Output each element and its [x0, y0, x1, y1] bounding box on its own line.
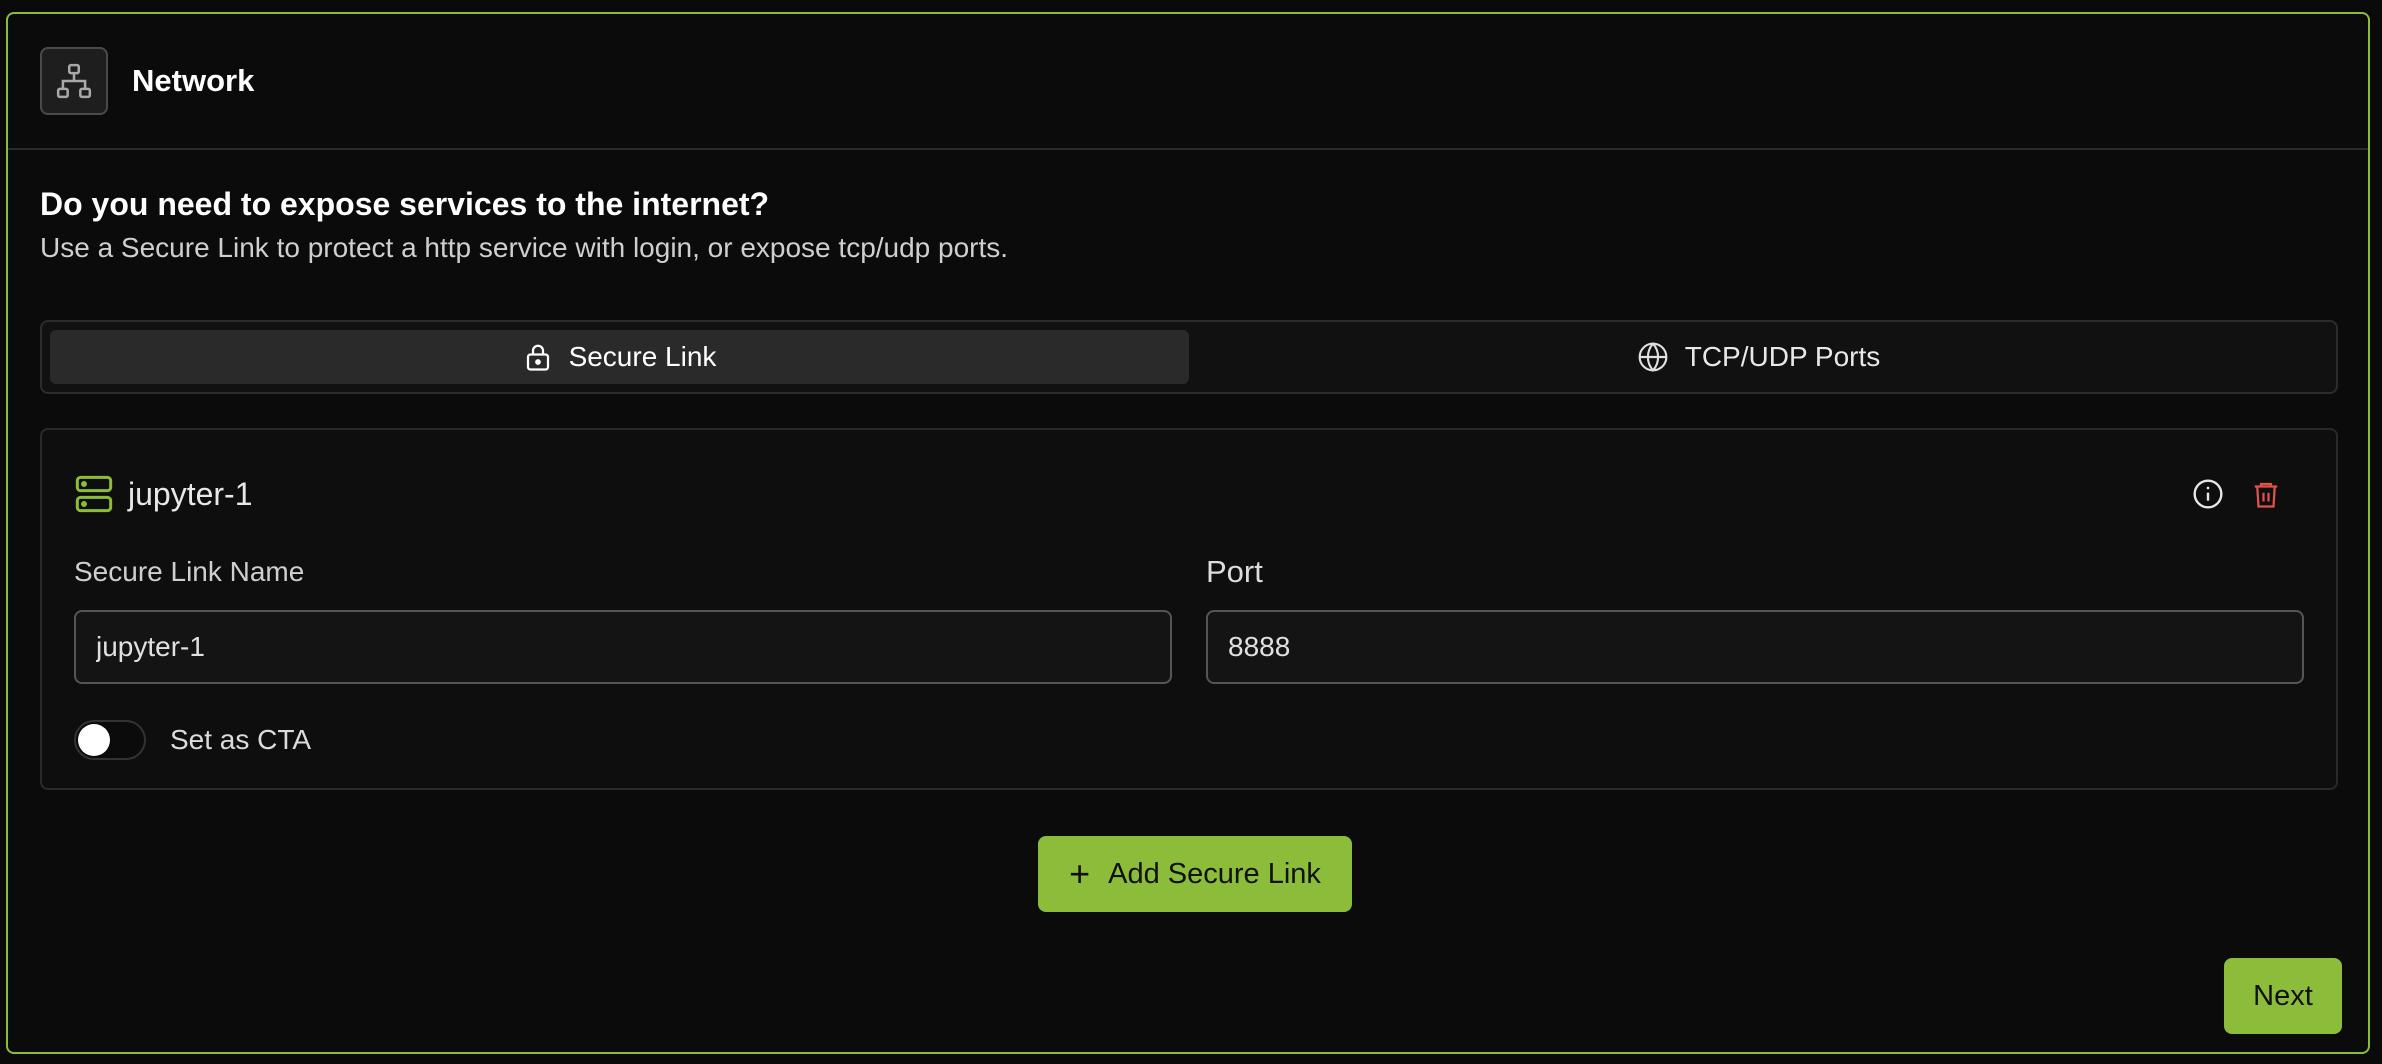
add-secure-link-label: Add Secure Link: [1108, 857, 1321, 890]
toggle-knob: [78, 724, 110, 756]
set-as-cta-toggle[interactable]: [74, 720, 146, 760]
section-description: Use a Secure Link to protect a http serv…: [40, 232, 1009, 263]
trash-icon[interactable]: [2248, 476, 2284, 512]
tab-tcp-udp-ports[interactable]: TCP/UDP Ports: [1189, 330, 2328, 384]
network-panel: Network Do you need to expose services t…: [6, 12, 2370, 1054]
port-label: Port: [1206, 554, 1263, 589]
lock-icon: [526, 344, 549, 371]
section-question: Do you need to expose services to the in…: [40, 186, 770, 222]
card-title: jupyter-1: [128, 475, 253, 512]
add-secure-link-button[interactable]: + Add Secure Link: [1038, 836, 1352, 912]
network-icon: [40, 47, 108, 115]
set-as-cta-label: Set as CTA: [170, 724, 312, 755]
next-button[interactable]: Next: [2224, 958, 2342, 1034]
tab-secure-link[interactable]: Secure Link: [50, 330, 1189, 384]
panel-header: Network: [8, 14, 2368, 150]
port-input[interactable]: [1206, 610, 2304, 684]
tab-label: TCP/UDP Ports: [1684, 341, 1881, 372]
secure-link-card: jupyter-1 Secure Link Name Port jupyter-…: [40, 428, 2338, 790]
network-type-tabs: Secure Link TCP/UDP Ports: [40, 320, 2338, 394]
card-header: jupyter-1: [74, 474, 253, 514]
tab-label: Secure Link: [568, 341, 717, 372]
cta-toggle-row: Set as CTA: [74, 720, 311, 760]
globe-icon: [1638, 342, 1668, 372]
secure-link-name-label: Secure Link Name: [74, 556, 305, 587]
server-icon: [75, 475, 113, 513]
plus-icon: +: [1069, 853, 1091, 894]
card-actions: [2190, 476, 2284, 512]
page-title: Network: [132, 63, 255, 98]
info-icon[interactable]: [2190, 476, 2226, 512]
secure-link-name-input[interactable]: [74, 610, 1172, 684]
